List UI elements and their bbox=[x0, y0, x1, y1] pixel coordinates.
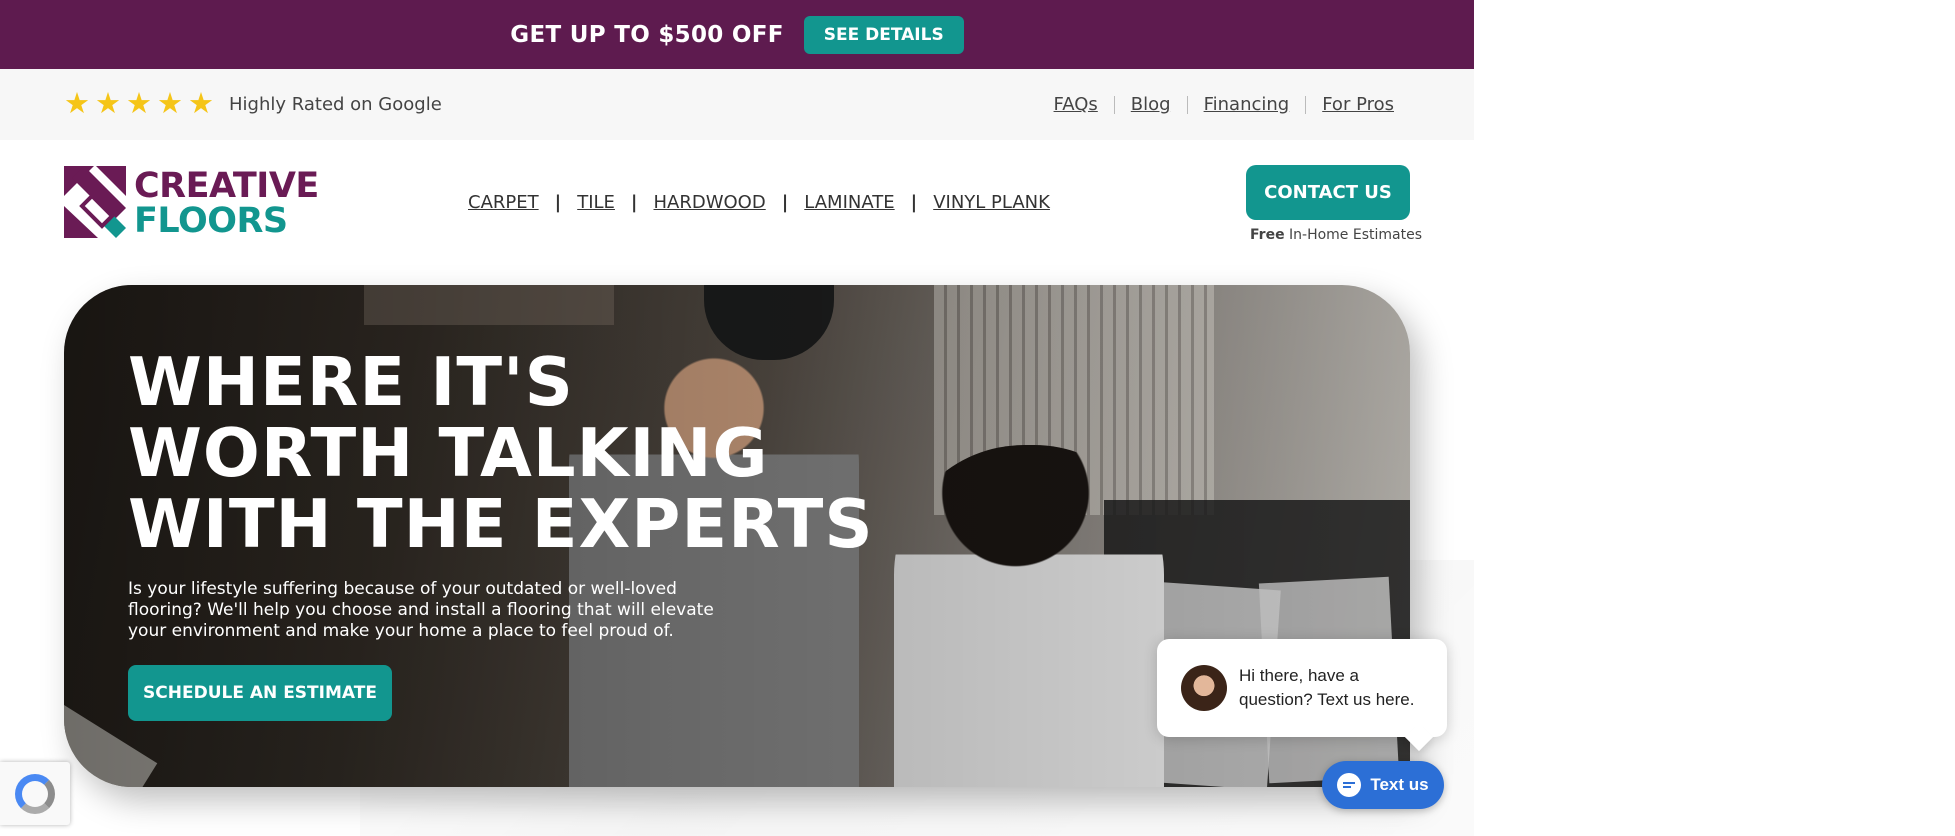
schedule-estimate-button[interactable]: SCHEDULE AN ESTIMATE bbox=[128, 665, 392, 721]
hero-description: Is your lifestyle suffering because of y… bbox=[128, 579, 714, 641]
nav-separator: | bbox=[554, 192, 562, 213]
utility-bar: ★ ★ ★ ★ ★ Highly Rated on Google FAQs Bl… bbox=[0, 69, 1474, 140]
hero-title-line: WHERE IT'S bbox=[128, 343, 574, 421]
divider bbox=[1186, 95, 1188, 114]
star-icon: ★ bbox=[64, 88, 90, 120]
hero-title-line: WORTH TALKING bbox=[128, 414, 769, 492]
chat-avatar bbox=[1181, 665, 1227, 711]
faqs-link[interactable]: FAQs bbox=[1054, 94, 1098, 115]
estimate-note: Free In-Home Estimates bbox=[1250, 227, 1422, 243]
nav-separator: | bbox=[910, 192, 918, 213]
utility-links: FAQs Blog Financing For Pros bbox=[1054, 94, 1394, 115]
text-us-button[interactable]: Text us bbox=[1322, 761, 1444, 809]
for-pros-link[interactable]: For Pros bbox=[1322, 94, 1394, 115]
estimate-text: In-Home Estimates bbox=[1289, 227, 1422, 243]
recaptcha-badge[interactable] bbox=[0, 762, 70, 825]
nav-separator: | bbox=[781, 192, 789, 213]
star-icon: ★ bbox=[126, 88, 152, 120]
divider bbox=[1113, 95, 1115, 114]
hero-title-line: WITH THE EXPERTS bbox=[128, 485, 874, 563]
nav-separator: | bbox=[630, 192, 638, 213]
see-details-button[interactable]: SEE DETAILS bbox=[803, 15, 964, 54]
estimate-free: Free bbox=[1250, 227, 1285, 243]
nav-tile[interactable]: TILE bbox=[577, 192, 615, 213]
nav-hardwood[interactable]: HARDWOOD bbox=[654, 192, 766, 213]
creative-floors-logo-icon bbox=[64, 166, 126, 238]
chat-icon bbox=[1337, 773, 1362, 797]
logo-text: CREATIVE FLOORS bbox=[134, 169, 319, 239]
star-icon: ★ bbox=[157, 88, 183, 120]
financing-link[interactable]: Financing bbox=[1204, 94, 1290, 115]
main-nav: CARPET | TILE | HARDWOOD | LAMINATE | VI… bbox=[468, 192, 1050, 213]
contact-us-button[interactable]: CONTACT US bbox=[1246, 165, 1410, 220]
rating-text: Highly Rated on Google bbox=[229, 94, 442, 115]
nav-carpet[interactable]: CARPET bbox=[468, 192, 539, 213]
chat-message: Hi there, have a question? Text us here. bbox=[1239, 666, 1415, 709]
google-rating: ★ ★ ★ ★ ★ Highly Rated on Google bbox=[64, 90, 442, 119]
hero-title: WHERE IT'S WORTH TALKING WITH THE EXPERT… bbox=[128, 347, 874, 560]
text-us-label: Text us bbox=[1370, 775, 1429, 794]
nav-vinyl-plank[interactable]: VINYL PLANK bbox=[933, 192, 1050, 213]
promo-banner: GET UP TO $500 OFF SEE DETAILS bbox=[0, 0, 1474, 69]
star-icon: ★ bbox=[188, 88, 214, 120]
divider bbox=[1305, 95, 1307, 114]
chat-prompt[interactable]: Hi there, have a question? Text us here. bbox=[1157, 639, 1447, 737]
promo-text: GET UP TO $500 OFF bbox=[510, 21, 784, 48]
logo[interactable]: CREATIVE FLOORS bbox=[64, 166, 319, 242]
star-icon: ★ bbox=[95, 88, 121, 120]
logo-line-floors: FLOORS bbox=[134, 201, 288, 241]
site-header: CREATIVE FLOORS CARPET | TILE | HARDWOOD… bbox=[0, 140, 1474, 270]
blog-link[interactable]: Blog bbox=[1131, 94, 1171, 115]
nav-laminate[interactable]: LAMINATE bbox=[804, 192, 894, 213]
logo-line-creative: CREATIVE bbox=[134, 166, 319, 206]
recaptcha-icon bbox=[15, 773, 55, 814]
